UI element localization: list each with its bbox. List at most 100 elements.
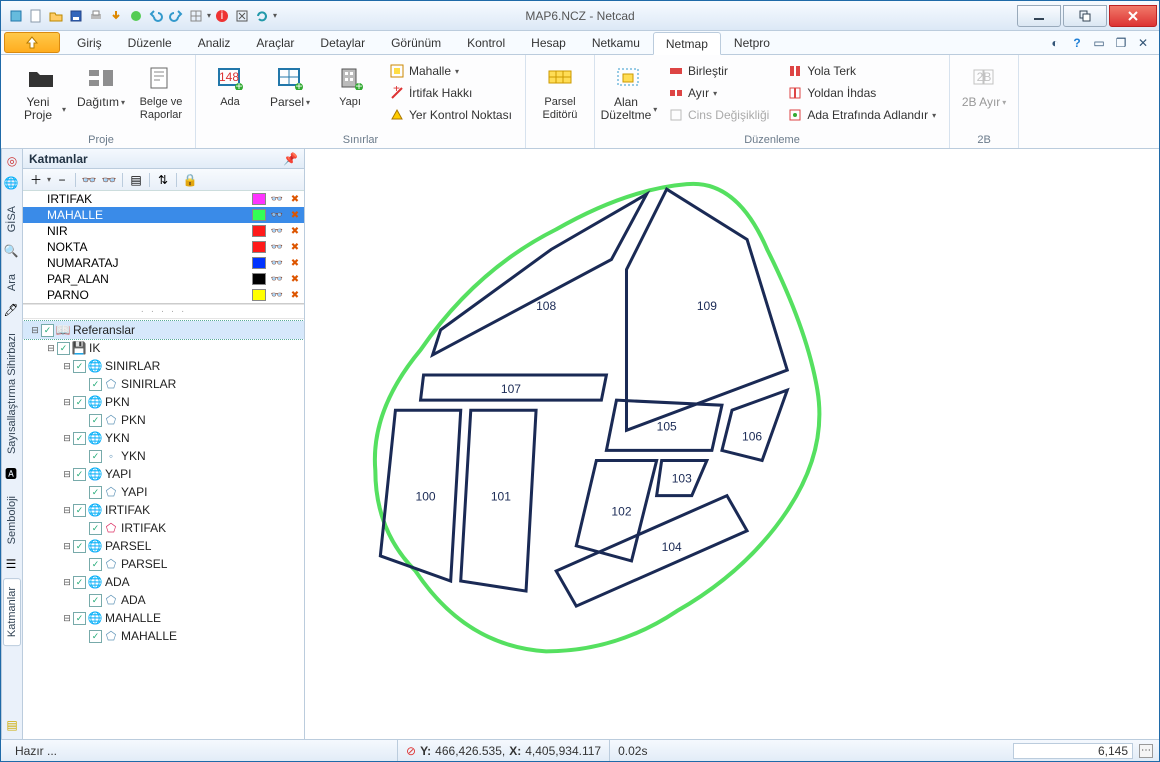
layer-row-nokta[interactable]: NOKTA 👓✖ bbox=[23, 239, 304, 255]
menu-help-icon[interactable]: ? bbox=[1069, 35, 1085, 51]
side-tab-sayısallaştırma-sihirbazı[interactable]: Sayısallaştırma Sihirbazı bbox=[3, 324, 21, 463]
qat-open-icon[interactable] bbox=[47, 7, 65, 25]
qat-help-icon[interactable] bbox=[127, 7, 145, 25]
ribbon-mahalle[interactable]: Mahalle▾ bbox=[384, 61, 517, 81]
ribbon-yoldan[interactable]: Yoldan İhdas bbox=[782, 83, 941, 103]
file-menu-button[interactable] bbox=[4, 32, 60, 53]
side-icon-globe[interactable]: ◎ bbox=[4, 153, 20, 169]
layer-row-par_alan[interactable]: PAR_ALAN 👓✖ bbox=[23, 271, 304, 287]
qat-export-icon[interactable] bbox=[107, 7, 125, 25]
ribbon-ada-ad[interactable]: Ada Etrafında Adlandır▾ bbox=[782, 105, 941, 125]
tb-add-drop[interactable]: ▾ bbox=[47, 175, 51, 184]
tb-glasses-icon[interactable]: 👓 bbox=[80, 171, 98, 189]
qat-refresh-icon[interactable] bbox=[253, 7, 271, 25]
menu-minimize-ribbon-icon[interactable]: ▭ bbox=[1091, 35, 1107, 51]
close-button[interactable] bbox=[1109, 5, 1157, 27]
qat-redo-icon[interactable] bbox=[167, 7, 185, 25]
maximize-button[interactable] bbox=[1063, 5, 1107, 27]
ribbon-ykn[interactable]: Yer Kontrol Noktası bbox=[384, 105, 517, 125]
tree-node-ykn[interactable]: ✓ ◦ YKN bbox=[23, 447, 304, 465]
qat-undo-icon[interactable] bbox=[147, 7, 165, 25]
qat-app-icon[interactable] bbox=[7, 7, 25, 25]
menu-netkamu[interactable]: Netkamu bbox=[579, 31, 653, 54]
ribbon-dagitim[interactable]: Dağıtım▾ bbox=[73, 59, 129, 112]
ribbon-2b-ayir[interactable]: 2B 2B Ayır▾ bbox=[956, 59, 1012, 112]
tree-node-ik[interactable]: ⊟ ✓ 💾 IK bbox=[23, 339, 304, 357]
layer-row-irtifak[interactable]: IRTIFAK 👓✖ bbox=[23, 191, 304, 207]
pin-icon[interactable]: 📌 bbox=[283, 152, 298, 166]
ribbon-belge[interactable]: Belge ve Raporlar bbox=[133, 59, 189, 125]
side-tab-ara[interactable]: Ara bbox=[3, 265, 21, 300]
tree-node-mahalle[interactable]: ⊟ ✓ 🌐 MAHALLE bbox=[23, 609, 304, 627]
tree-node-pkn[interactable]: ✓ ⬠ PKN bbox=[23, 411, 304, 429]
status-scale-button[interactable]: ⋯ bbox=[1139, 744, 1153, 758]
ribbon-ada[interactable]: 148+ Ada bbox=[202, 59, 258, 112]
ribbon-birlestir[interactable]: Birleştir bbox=[663, 61, 774, 81]
tb-remove-icon[interactable]: − bbox=[53, 171, 71, 189]
tb-sort-icon[interactable]: ⇅ bbox=[154, 171, 172, 189]
layer-row-numarataj[interactable]: NUMARATAJ 👓✖ bbox=[23, 255, 304, 271]
menu-detaylar[interactable]: Detaylar bbox=[307, 31, 378, 54]
qat-save-icon[interactable] bbox=[67, 7, 85, 25]
tree-node-ada[interactable]: ⊟ ✓ 🌐 ADA bbox=[23, 573, 304, 591]
map-canvas[interactable]: 108 109 107 105 106 100 101 102 103 104 bbox=[305, 149, 1159, 739]
layer-row-nir[interactable]: NIR 👓✖ bbox=[23, 223, 304, 239]
tree-node-pkn[interactable]: ⊟ ✓ 🌐 PKN bbox=[23, 393, 304, 411]
tree-node-parsel[interactable]: ✓ ⬠ PARSEL bbox=[23, 555, 304, 573]
menu-netpro[interactable]: Netpro bbox=[721, 31, 783, 54]
qat-new-icon[interactable] bbox=[27, 7, 45, 25]
menu-araçlar[interactable]: Araçlar bbox=[243, 31, 307, 54]
reference-tree[interactable]: ⊟ ✓ 📖 Referanslar⊟ ✓ 💾 IK⊟ ✓ 🌐 SINIRLAR … bbox=[23, 319, 304, 739]
tb-list-icon[interactable]: ▤ bbox=[127, 171, 145, 189]
tb-lock-icon[interactable]: 🔒 bbox=[181, 171, 199, 189]
tree-node-irtifak[interactable]: ⊟ ✓ 🌐 IRTIFAK bbox=[23, 501, 304, 519]
side-icon-0[interactable]: 🌐 bbox=[3, 175, 19, 191]
tree-node-sinirlar[interactable]: ⊟ ✓ 🌐 SINIRLAR bbox=[23, 357, 304, 375]
menu-kontrol[interactable]: Kontrol bbox=[454, 31, 518, 54]
ribbon-irtifak[interactable]: +İrtifak Hakkı bbox=[384, 83, 517, 103]
tree-node-referanslar[interactable]: ⊟ ✓ 📖 Referanslar bbox=[23, 321, 304, 339]
ribbon-yola[interactable]: Yola Terk bbox=[782, 61, 941, 81]
tree-node-irtifak[interactable]: ✓ ⬠ IRTIFAK bbox=[23, 519, 304, 537]
tree-node-yapi[interactable]: ✓ ⬠ YAPI bbox=[23, 483, 304, 501]
qat-print-icon[interactable] bbox=[87, 7, 105, 25]
side-tab-gi̇sa[interactable]: GİSA bbox=[3, 197, 21, 241]
tb-glasses2-icon[interactable]: 👓 bbox=[100, 171, 118, 189]
layer-row-mahalle[interactable]: MAHALLE 👓✖ bbox=[23, 207, 304, 223]
layer-list[interactable]: IRTIFAK 👓✖MAHALLE 👓✖NIR 👓✖NOKTA 👓✖NUMARA… bbox=[23, 191, 304, 304]
qat-grid-icon[interactable] bbox=[187, 7, 205, 25]
ribbon-yapi[interactable]: + Yapı bbox=[322, 59, 378, 112]
qat-dropdown-icon[interactable]: ▾ bbox=[207, 11, 211, 20]
menu-close-icon[interactable]: ✕ bbox=[1135, 35, 1151, 51]
menu-style-icon[interactable]: ◐ bbox=[1047, 35, 1063, 51]
ribbon-ayir[interactable]: Ayır▾ bbox=[663, 83, 774, 103]
ribbon-yeni-proje[interactable]: Yeni Proje▾ bbox=[13, 59, 69, 125]
tree-node-ykn[interactable]: ⊟ ✓ 🌐 YKN bbox=[23, 429, 304, 447]
menu-analiz[interactable]: Analiz bbox=[185, 31, 244, 54]
splitter[interactable]: · · · · · bbox=[23, 304, 304, 319]
qat-info-icon[interactable]: i bbox=[213, 7, 231, 25]
side-icon-2[interactable]: 🖊 bbox=[3, 302, 19, 318]
menu-hesap[interactable]: Hesap bbox=[518, 31, 579, 54]
side-icon-3[interactable]: 🅰 bbox=[3, 465, 19, 481]
layer-row-parno[interactable]: PARNO 👓✖ bbox=[23, 287, 304, 303]
menu-giriş[interactable]: Giriş bbox=[64, 31, 115, 54]
tree-node-mahalle[interactable]: ✓ ⬠ MAHALLE bbox=[23, 627, 304, 645]
qat-fit-icon[interactable] bbox=[233, 7, 251, 25]
minimize-button[interactable] bbox=[1017, 5, 1061, 27]
ribbon-parsel[interactable]: + Parsel▾ bbox=[262, 59, 318, 112]
tree-node-yapi[interactable]: ⊟ ✓ 🌐 YAPI bbox=[23, 465, 304, 483]
ribbon-alan[interactable]: Alan Düzeltme▾ bbox=[601, 59, 657, 125]
side-tab-katmanlar[interactable]: Katmanlar bbox=[3, 578, 21, 646]
side-icon-4[interactable]: ☰ bbox=[3, 556, 19, 572]
tree-node-parsel[interactable]: ⊟ ✓ 🌐 PARSEL bbox=[23, 537, 304, 555]
qat-customize-icon[interactable]: ▾ bbox=[273, 11, 277, 20]
menu-düzenle[interactable]: Düzenle bbox=[115, 31, 185, 54]
menu-restore-icon[interactable]: ❐ bbox=[1113, 35, 1129, 51]
menu-görünüm[interactable]: Görünüm bbox=[378, 31, 454, 54]
tree-node-sinirlar[interactable]: ✓ ⬠ SINIRLAR bbox=[23, 375, 304, 393]
side-icon-1[interactable]: 🔍 bbox=[3, 243, 19, 259]
tree-node-ada[interactable]: ✓ ⬠ ADA bbox=[23, 591, 304, 609]
menu-netmap[interactable]: Netmap bbox=[653, 32, 721, 55]
side-icon-layers[interactable]: ▤ bbox=[4, 717, 20, 733]
